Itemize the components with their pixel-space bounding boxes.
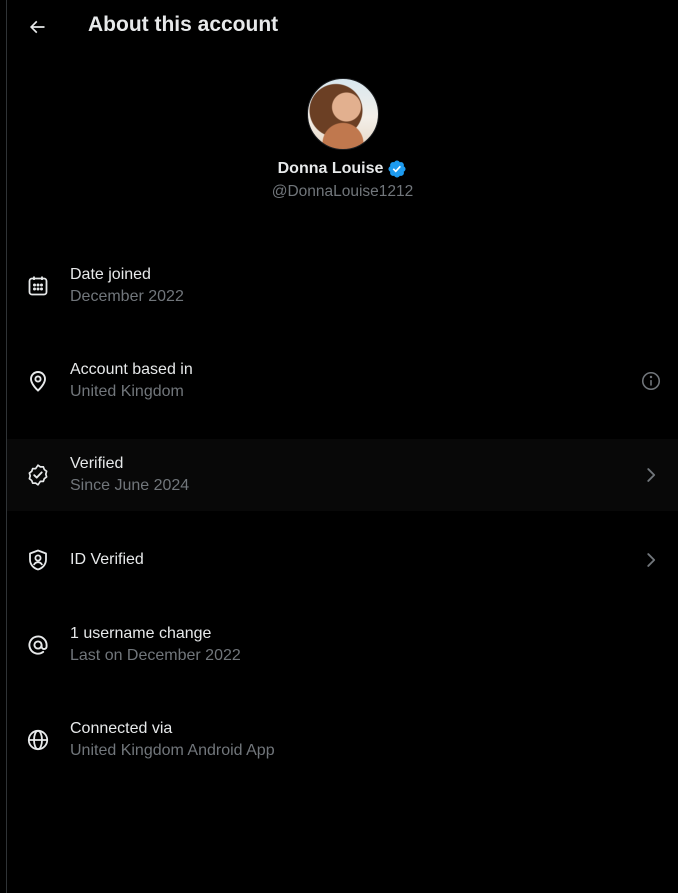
info-row-value: United Kingdom [70, 383, 184, 400]
display-name: Donna Louise [277, 160, 384, 177]
info-row-date-joined: Date joined December 2022 [7, 250, 678, 322]
info-row-label: Date joined [70, 266, 151, 283]
calendar-icon [26, 274, 50, 298]
arrow-left-icon [29, 20, 45, 34]
id-shield-icon [26, 548, 50, 572]
profile-summary: Donna Louise @DonnaLouise1212 [7, 78, 678, 202]
info-icon[interactable] [640, 370, 662, 392]
verified-badge-icon [387, 159, 407, 179]
chevron-right-icon [640, 464, 662, 486]
info-row-label: Account based in [70, 361, 193, 378]
info-row-label: Connected via [70, 720, 173, 737]
info-row-value: United Kingdom Android App [70, 742, 275, 759]
at-sign-icon [26, 633, 50, 657]
page-title: About this account [88, 13, 279, 36]
name-row: Donna Louise [7, 159, 678, 179]
location-pin-icon [26, 369, 50, 393]
chevron-right-icon [640, 549, 662, 571]
info-row-id-verified[interactable]: ID Verified [7, 524, 678, 596]
info-row-label: Verified [70, 455, 124, 472]
info-row-value: December 2022 [70, 288, 184, 305]
user-handle: @DonnaLouise1212 [271, 183, 414, 200]
info-row-connected-via: Connected via United Kingdom Android App [7, 704, 678, 776]
info-row-label: 1 username change [70, 625, 212, 642]
info-row-label: ID Verified [70, 551, 144, 568]
avatar[interactable] [306, 78, 379, 150]
info-row-value: Last on December 2022 [70, 647, 241, 664]
globe-icon [26, 728, 50, 752]
verified-check-icon [26, 463, 50, 487]
info-row-value: Since June 2024 [70, 477, 190, 494]
page-header: About this account [7, 0, 678, 53]
info-row-username-change: 1 username change Last on December 2022 [7, 609, 678, 681]
info-row-account-based-in: Account based in United Kingdom [7, 345, 678, 417]
info-row-verified[interactable]: Verified Since June 2024 [7, 439, 678, 511]
back-button[interactable] [21, 11, 53, 43]
